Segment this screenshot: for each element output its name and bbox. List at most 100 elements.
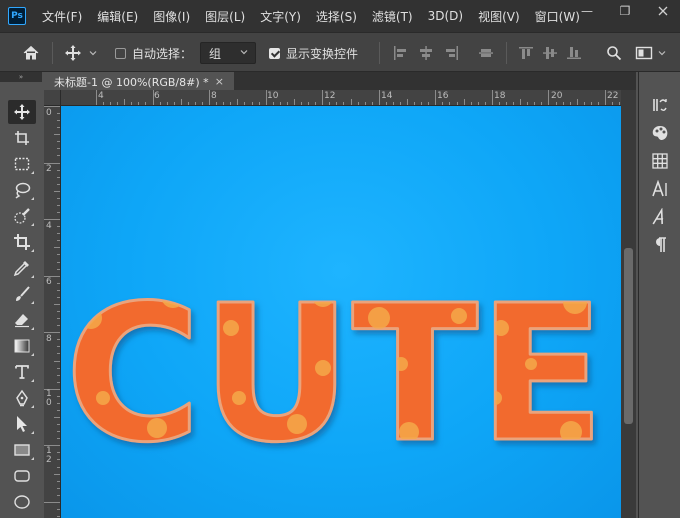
restore-button[interactable]: ❐: [607, 0, 643, 22]
ruler-origin[interactable]: [44, 90, 61, 106]
align-vertical-center-icon: [543, 47, 557, 59]
menu-type[interactable]: 文字(Y): [260, 8, 301, 25]
tool-marquee[interactable]: [8, 152, 36, 176]
menu-image[interactable]: 图像(I): [153, 8, 190, 25]
tool-quick-selection[interactable]: [8, 204, 36, 228]
auto-select-target-select[interactable]: 组: [200, 42, 256, 64]
auto-select-label: 自动选择：: [132, 46, 193, 61]
home-button[interactable]: [22, 33, 40, 73]
show-transform-toggle[interactable]: 显示变换控件: [269, 33, 358, 73]
vertical-scrollbar[interactable]: [621, 90, 636, 518]
tool-pen[interactable]: [8, 386, 36, 410]
cute-text[interactable]: CUTE: [64, 264, 607, 486]
document-tab[interactable]: 未标题-1 @ 100%(RGB/8#) * ×: [44, 72, 234, 92]
paragraph-icon: [656, 237, 666, 252]
align-center-h-button[interactable]: [418, 33, 434, 73]
ruler-label: 1 2: [46, 446, 52, 465]
auto-select-checkbox[interactable]: [115, 47, 126, 59]
align-right-button[interactable]: [444, 33, 460, 73]
menu-view[interactable]: 视图(V): [478, 8, 520, 25]
close-icon: [658, 6, 668, 16]
ruler-label: 6: [154, 91, 160, 101]
path-selection-icon: [17, 416, 27, 432]
menu-3d[interactable]: 3D(D): [428, 9, 463, 23]
search-icon: [607, 46, 622, 61]
ruler-label: 0: [46, 108, 52, 118]
align-left-icon: [394, 46, 406, 60]
history-panel-button[interactable]: [647, 94, 673, 116]
rectangle-tool-icon: [14, 444, 30, 456]
horizontal-ruler[interactable]: 4 6 8 10 12 14 16 18 20 22: [61, 90, 621, 106]
ruler-label: 18: [494, 91, 506, 101]
align-top-icon: [519, 47, 533, 59]
scrollbar-thumb[interactable]: [624, 248, 633, 424]
tool-type[interactable]: [8, 360, 36, 384]
chevron-down-icon: [658, 51, 666, 56]
rounded-rectangle-icon: [14, 470, 30, 482]
ruler-label: 6: [46, 277, 52, 287]
tool-brush[interactable]: [8, 282, 36, 306]
brush-tool-icon: [16, 286, 30, 301]
photoshop-logo: Ps: [8, 7, 26, 25]
glyphs-panel-button[interactable]: [647, 206, 673, 228]
tool-gradient[interactable]: [8, 334, 36, 358]
move-icon: [65, 45, 81, 61]
tool-eyedropper[interactable]: [8, 256, 36, 280]
swatches-panel-button[interactable]: [647, 122, 673, 144]
document-canvas[interactable]: CUTE CUTE: [61, 106, 621, 518]
tool-lasso[interactable]: [8, 178, 36, 202]
move-tool-icon: [14, 104, 30, 120]
eyedropper-icon: [13, 261, 29, 277]
menu-filter[interactable]: 滤镜(T): [372, 8, 413, 25]
tools-panel: [0, 90, 42, 518]
pen-tool-icon: [16, 389, 28, 407]
tools-collapse-strip[interactable]: »: [0, 72, 42, 82]
close-tab-icon[interactable]: ×: [215, 75, 224, 88]
menu-bar: Ps 文件(F) 编辑(E) 图像(I) 图层(L) 文字(Y) 选择(S) 滤…: [0, 0, 680, 32]
align-vcenter-button[interactable]: [542, 33, 558, 73]
grid-icon: [652, 153, 668, 169]
tool-rounded-rectangle[interactable]: [8, 464, 36, 488]
align-top-edge-button[interactable]: [518, 33, 534, 73]
close-window-button[interactable]: [645, 0, 680, 22]
character-icon: [652, 180, 667, 197]
ruler-ticks: [96, 90, 620, 105]
chevron-down-icon: [240, 50, 248, 55]
marquee-tool-icon: [14, 157, 30, 171]
tool-ellipse[interactable]: [8, 490, 36, 514]
character-panel-button[interactable]: [647, 178, 673, 200]
minimize-button[interactable]: —: [569, 0, 605, 22]
tool-rectangle[interactable]: [8, 438, 36, 462]
menu-edit[interactable]: 编辑(E): [97, 8, 138, 25]
glyphs-icon: [652, 208, 664, 225]
align-top-button[interactable]: [478, 33, 494, 73]
chevron-down-icon: [89, 51, 97, 56]
type-tool-icon: [15, 365, 29, 379]
paragraph-panel-button[interactable]: [647, 234, 673, 256]
eraser-tool-icon: [15, 314, 29, 328]
tool-eraser[interactable]: [8, 308, 36, 332]
menu-layer[interactable]: 图层(L): [205, 8, 245, 25]
swatches-icon: [652, 126, 668, 140]
ruler-label: 4: [46, 221, 52, 231]
align-bottom-button[interactable]: [566, 33, 582, 73]
ruler-label: 4: [98, 91, 104, 101]
tool-artboard[interactable]: [8, 126, 36, 150]
artboard-tool-icon: [15, 131, 29, 145]
workspace-button[interactable]: [635, 33, 667, 73]
vertical-ruler[interactable]: 0 2 4 6 8 1 0 1 2: [44, 106, 61, 518]
align-left-button[interactable]: [392, 33, 408, 73]
tool-move[interactable]: [8, 100, 36, 124]
right-panel-dock: [638, 72, 680, 518]
show-transform-checkbox[interactable]: [269, 47, 280, 59]
grid-panel-button[interactable]: [647, 150, 673, 172]
menu-file[interactable]: 文件(F): [42, 8, 82, 25]
quick-selection-icon: [14, 208, 30, 224]
auto-select-toggle[interactable]: 自动选择：: [115, 33, 192, 73]
ruler-label: 8: [211, 91, 217, 101]
move-tool-preset[interactable]: [64, 33, 98, 73]
tool-path-selection[interactable]: [8, 412, 36, 436]
tool-crop[interactable]: [8, 230, 36, 254]
search-button[interactable]: [606, 33, 622, 73]
menu-select[interactable]: 选择(S): [316, 8, 357, 25]
